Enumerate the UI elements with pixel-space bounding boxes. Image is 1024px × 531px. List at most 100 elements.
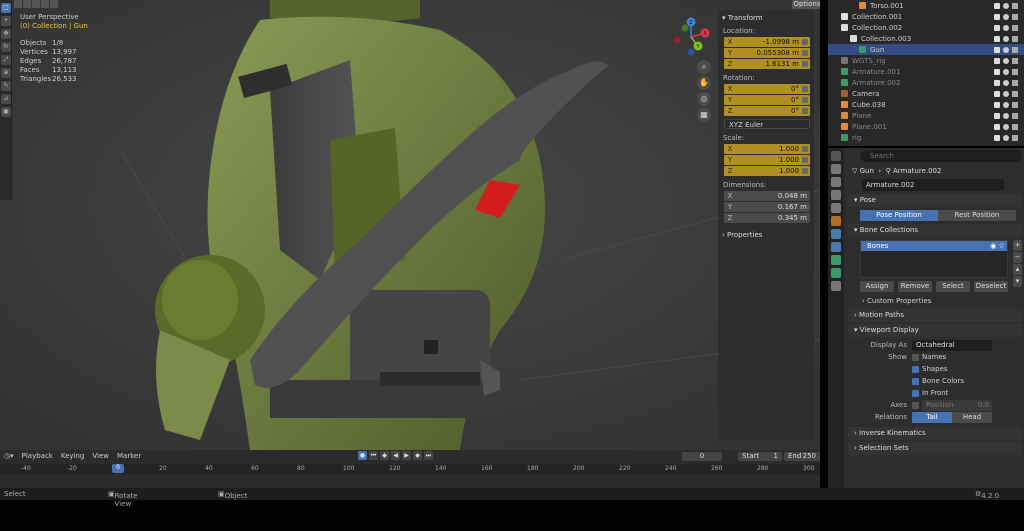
axes-position-field[interactable]: Position 0.0 — [922, 399, 992, 411]
viewport-display-header[interactable]: ▾ Viewport Display — [848, 324, 1022, 337]
render-camera-icon[interactable] — [1012, 57, 1018, 64]
start-frame-field[interactable]: Start 1 — [738, 452, 782, 461]
render-camera-icon[interactable] — [1012, 101, 1018, 108]
outliner-row[interactable]: Collection.002 — [828, 22, 1024, 33]
render-camera-icon[interactable] — [1012, 134, 1018, 141]
render-camera-icon[interactable] — [1012, 68, 1018, 75]
bone-colors-checkbox[interactable] — [912, 377, 919, 385]
editor-type-icon[interactable]: ◷▾ — [4, 452, 14, 460]
lock-icon[interactable] — [802, 86, 808, 92]
properties-subpanel[interactable]: › Properties — [722, 231, 810, 239]
visibility-eye-icon[interactable] — [1003, 68, 1009, 75]
visibility-eye-icon[interactable]: ◉ ☆ — [990, 241, 1007, 251]
bone-collection-item[interactable]: Bones ◉ ☆ — [861, 241, 1007, 251]
playhead-cursor[interactable]: 0 — [112, 464, 124, 473]
motion-paths-header[interactable]: › Motion Paths — [848, 309, 1022, 322]
location-z-field[interactable]: Z 1.6131 m — [724, 59, 810, 69]
render-camera-icon[interactable] — [1012, 46, 1018, 53]
bone-collections-list[interactable]: Bones ◉ ☆ — [860, 240, 1008, 278]
lock-icon[interactable] — [802, 168, 808, 174]
remove-button[interactable]: Remove — [898, 281, 932, 292]
display-as-dropdown[interactable]: Octahedral — [912, 339, 992, 351]
lock-icon[interactable] — [802, 97, 808, 103]
outliner-row[interactable]: Camera — [828, 88, 1024, 99]
outliner-row[interactable]: Cube.038 — [828, 99, 1024, 110]
orthographic-grid-icon[interactable]: ▦ — [697, 108, 711, 122]
move-down-button[interactable]: ▾ — [1013, 276, 1022, 287]
exclude-checkbox[interactable] — [994, 35, 1000, 42]
exclude-checkbox[interactable] — [994, 2, 1000, 9]
camera-view-icon[interactable]: ◎ — [697, 92, 711, 106]
exclude-checkbox[interactable] — [994, 24, 1000, 31]
lock-icon[interactable] — [802, 50, 808, 56]
add-cube-icon[interactable]: ▣ — [1, 107, 11, 117]
armature-data-tab-icon[interactable] — [831, 255, 841, 265]
shapes-checkbox[interactable] — [912, 365, 919, 373]
n-panel-tab-view[interactable]: View — [819, 47, 820, 61]
select-mode-icon[interactable] — [14, 0, 22, 8]
record-icon[interactable]: ● — [358, 451, 367, 460]
modifier-tab-icon[interactable] — [831, 229, 841, 239]
visibility-eye-icon[interactable] — [1003, 13, 1009, 20]
next-keyframe-icon[interactable]: ◆ — [413, 451, 422, 460]
zoom-icon[interactable]: ⌕ — [697, 60, 711, 74]
in-front-checkbox[interactable] — [912, 389, 919, 397]
play-icon[interactable]: ▶ — [402, 451, 411, 460]
bone-tab-icon[interactable] — [831, 268, 841, 278]
timeline-menu-keying[interactable]: Keying — [61, 452, 85, 460]
names-checkbox[interactable] — [912, 353, 919, 361]
visibility-eye-icon[interactable] — [1003, 57, 1009, 64]
options-button[interactable]: Options — [792, 0, 820, 9]
tail-button[interactable]: Tail — [912, 411, 952, 423]
n-panel-tab-create[interactable]: Create — [819, 66, 820, 86]
render-tab-icon[interactable] — [831, 164, 841, 174]
transform-icon[interactable]: ⊕ — [1, 68, 11, 78]
rotation-z-field[interactable]: Z 0° — [724, 106, 810, 116]
outliner-row[interactable]: Plane.001 — [828, 121, 1024, 132]
render-camera-icon[interactable] — [1012, 2, 1018, 9]
3d-viewport[interactable]: ▢ + ✥ ↻ ⤢ ⊕ ✎ ⊿ ▣ User Perspective (0) C… — [0, 0, 820, 450]
exclude-checkbox[interactable] — [994, 13, 1000, 20]
lock-icon[interactable] — [802, 108, 808, 114]
render-camera-icon[interactable] — [1012, 123, 1018, 130]
transform-header[interactable]: ▾ Transform — [722, 14, 810, 22]
subtract-icon[interactable] — [32, 0, 40, 8]
exclude-checkbox[interactable] — [994, 90, 1000, 97]
visibility-eye-icon[interactable] — [1003, 2, 1009, 9]
add-collection-button[interactable]: + — [1013, 240, 1022, 251]
render-camera-icon[interactable] — [1012, 13, 1018, 20]
texture-tab-icon[interactable] — [831, 281, 841, 291]
scale-x-field[interactable]: X 1.000 — [724, 144, 810, 154]
lock-icon[interactable] — [802, 157, 808, 163]
move-icon[interactable]: ✥ — [1, 29, 11, 39]
scale-z-field[interactable]: Z 1.000 — [724, 166, 810, 176]
remove-collection-button[interactable]: − — [1013, 252, 1022, 263]
rotate-icon[interactable]: ↻ — [1, 42, 11, 52]
outliner-row[interactable]: WGTS_rig — [828, 55, 1024, 66]
cursor-icon[interactable]: + — [1, 16, 11, 26]
armature-name-field[interactable]: Armature.002 — [862, 179, 1004, 191]
navigation-gizmo[interactable]: X Y Z — [668, 14, 714, 60]
exclude-checkbox[interactable] — [994, 68, 1000, 75]
exclude-checkbox[interactable] — [994, 123, 1000, 130]
lock-icon[interactable] — [802, 146, 808, 152]
head-button[interactable]: Head — [952, 411, 992, 423]
bone-collections-header[interactable]: ▾ Bone Collections — [848, 224, 1022, 237]
lock-icon[interactable] — [802, 61, 808, 67]
exclude-checkbox[interactable] — [994, 112, 1000, 119]
deselect-button[interactable]: Deselect — [974, 281, 1008, 292]
render-camera-icon[interactable] — [1012, 79, 1018, 86]
timeline-menu-view[interactable]: View — [92, 452, 109, 460]
tool-tab-icon[interactable] — [831, 151, 841, 161]
scene-tab-icon[interactable] — [831, 203, 841, 213]
outliner-row[interactable]: Collection.001 — [828, 11, 1024, 22]
invert-icon[interactable] — [41, 0, 49, 8]
exclude-checkbox[interactable] — [994, 79, 1000, 86]
scale-icon[interactable]: ⤢ — [1, 55, 11, 65]
outliner-row[interactable]: Gun — [828, 44, 1024, 55]
visibility-eye-icon[interactable] — [1003, 134, 1009, 141]
axes-checkbox[interactable] — [912, 401, 919, 409]
custom-properties-subpanel[interactable]: › Custom Properties — [862, 295, 1024, 307]
n-panel-tab-item[interactable]: Item — [819, 14, 820, 28]
visibility-eye-icon[interactable] — [1003, 90, 1009, 97]
